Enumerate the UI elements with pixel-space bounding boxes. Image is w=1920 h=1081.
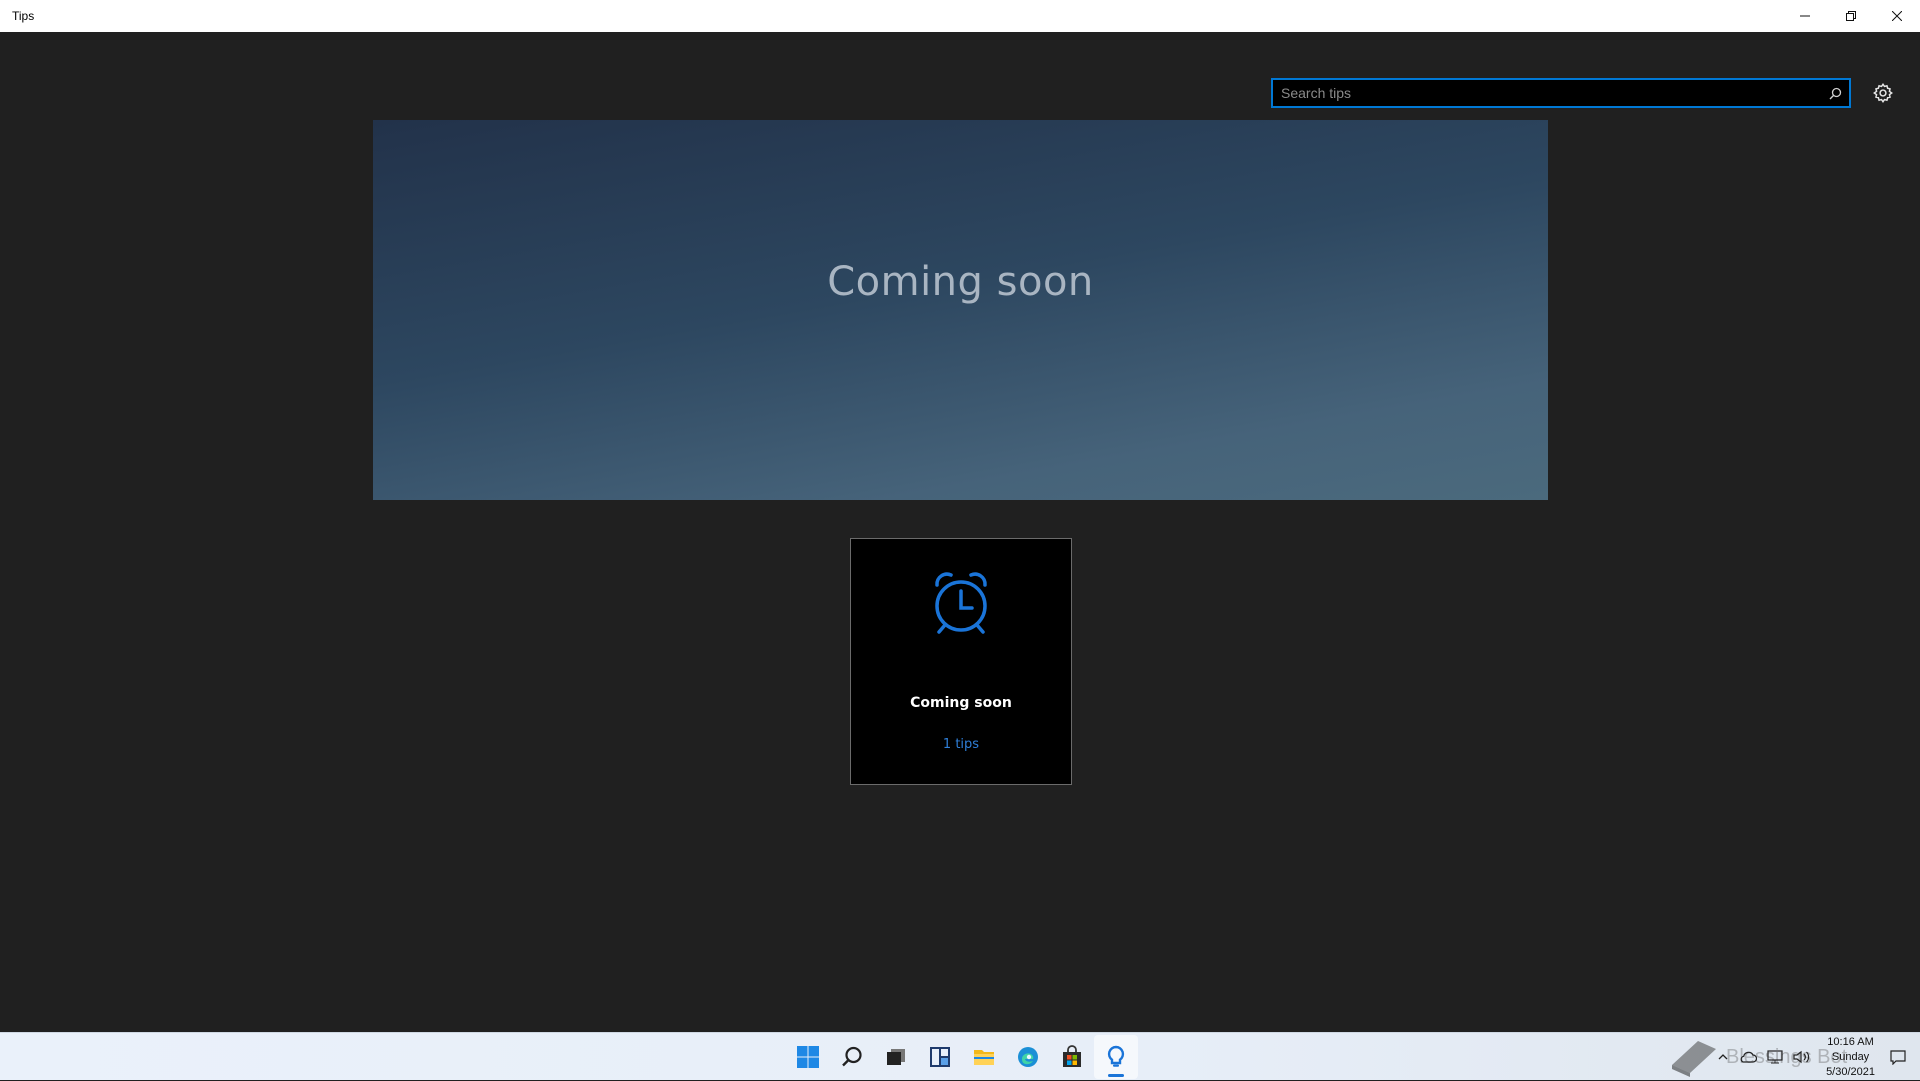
search-button[interactable]: [830, 1035, 874, 1079]
store-icon: [1063, 1045, 1081, 1067]
widgets-button[interactable]: [918, 1035, 962, 1079]
notification-icon: [1890, 1050, 1906, 1065]
notifications-button[interactable]: [1885, 1033, 1920, 1081]
card-title: Coming soon: [910, 695, 1012, 711]
task-view-icon: [887, 1049, 905, 1065]
hero-banner: Coming soon: [373, 120, 1548, 500]
windows-logo-icon: [797, 1046, 819, 1068]
hero-title: Coming soon: [827, 259, 1094, 305]
start-button[interactable]: [786, 1035, 830, 1079]
app-title: Tips: [12, 9, 35, 23]
taskbar: Blessings Bot 10:16 AM Sunday 5/30/2021: [0, 1032, 1920, 1080]
restore-button[interactable]: [1828, 0, 1874, 32]
system-tray: 10:16 AM Sunday 5/30/2021: [1712, 1033, 1920, 1081]
volume-button[interactable]: [1788, 1033, 1816, 1081]
search-icon[interactable]: [1821, 80, 1849, 106]
clock-date: 5/30/2021: [1826, 1065, 1875, 1078]
speaker-icon: [1793, 1050, 1810, 1064]
minimize-button[interactable]: [1782, 0, 1828, 32]
tips-button[interactable]: [1094, 1035, 1138, 1079]
edge-icon: [1018, 1047, 1038, 1067]
network-button[interactable]: [1762, 1033, 1788, 1081]
tips-bulb-icon: [1107, 1045, 1125, 1067]
taskbar-pinned: [786, 1033, 1138, 1081]
edge-button[interactable]: [1006, 1035, 1050, 1079]
clock[interactable]: 10:16 AM Sunday 5/30/2021: [1816, 1035, 1885, 1080]
window-controls: [1782, 0, 1920, 32]
store-button[interactable]: [1050, 1035, 1094, 1079]
search-box[interactable]: [1271, 78, 1851, 108]
collection-card[interactable]: Coming soon 1 tips: [850, 538, 1072, 785]
restore-icon: [1846, 11, 1856, 21]
close-icon: [1892, 11, 1902, 21]
main-content: Coming soon Coming soon 1 tips: [0, 32, 1920, 1032]
clock-time: 10:16 AM: [1827, 1035, 1874, 1048]
minimize-icon: [1800, 15, 1810, 17]
tray-overflow-button[interactable]: [1712, 1033, 1734, 1081]
search-icon: [842, 1046, 862, 1067]
chevron-up-icon: [1718, 1054, 1728, 1060]
gear-icon: [1873, 83, 1893, 103]
file-explorer-button[interactable]: [962, 1035, 1006, 1079]
settings-button[interactable]: [1868, 78, 1898, 108]
cloud-icon: [1740, 1051, 1758, 1063]
card-tip-count: 1 tips: [942, 737, 980, 752]
search-input[interactable]: [1273, 80, 1821, 106]
folder-icon: [974, 1050, 994, 1065]
widgets-icon: [930, 1047, 950, 1067]
close-button[interactable]: [1874, 0, 1920, 32]
alarm-clock-icon: [935, 572, 987, 634]
title-bar: Tips: [0, 0, 1920, 32]
clock-day: Sunday: [1831, 1050, 1870, 1063]
network-icon: [1767, 1050, 1783, 1064]
task-view-button[interactable]: [874, 1035, 918, 1079]
onedrive-button[interactable]: [1734, 1033, 1762, 1081]
